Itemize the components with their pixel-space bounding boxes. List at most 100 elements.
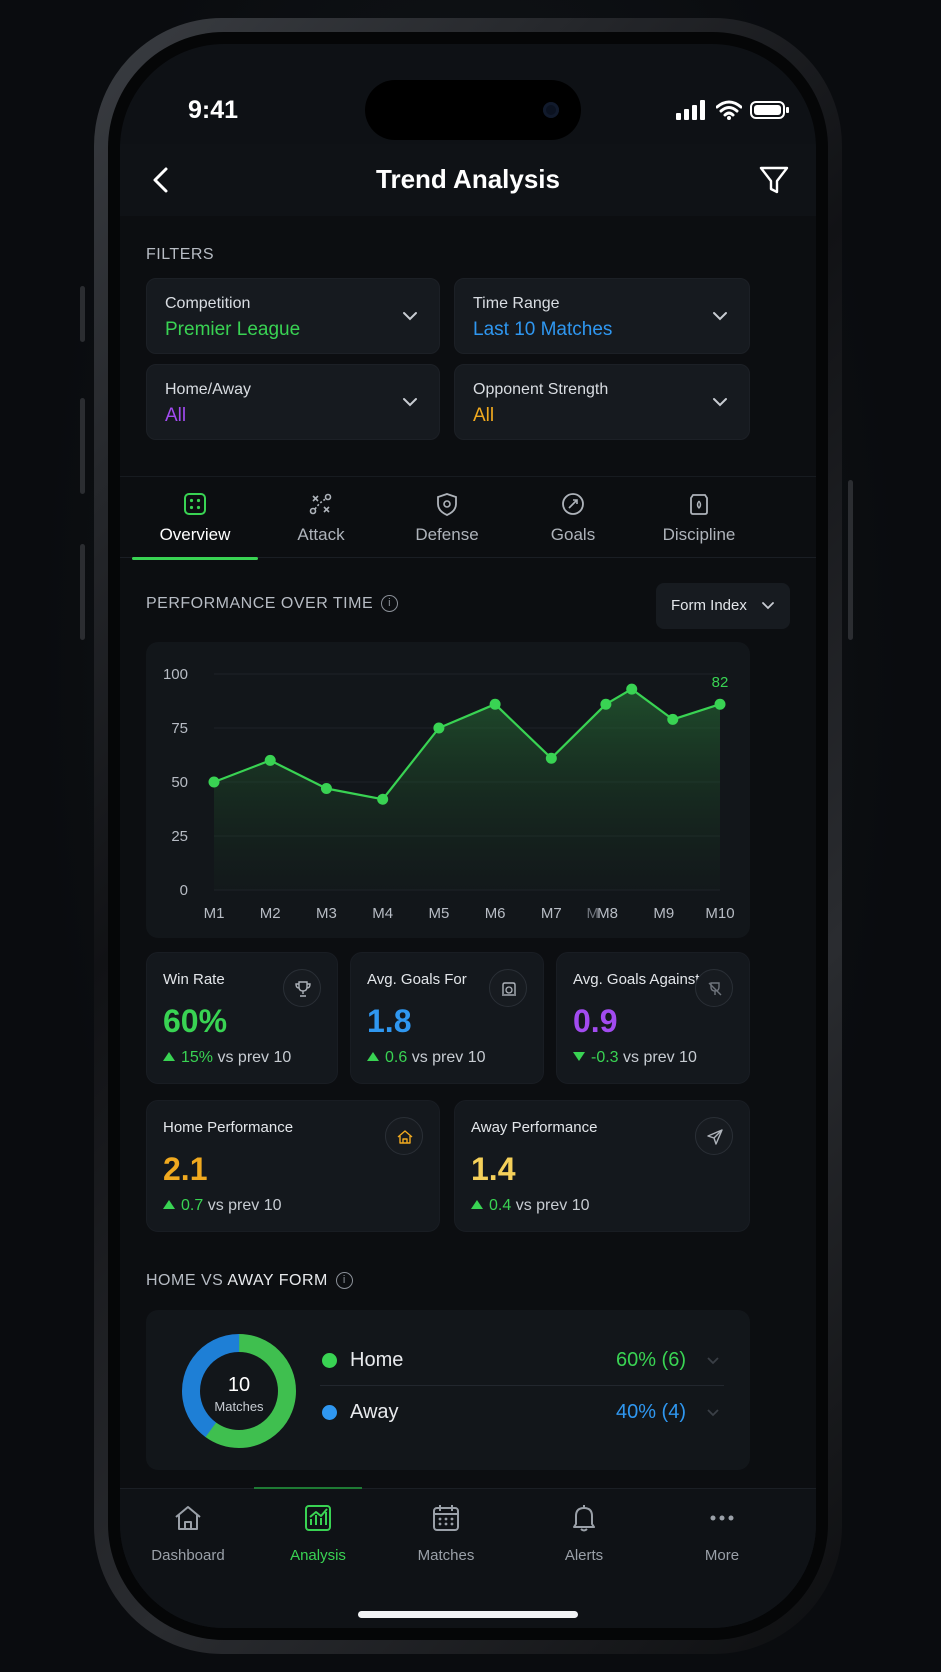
- tab-label: Discipline: [662, 525, 736, 544]
- opponent-strength-select[interactable]: Opponent Strength All: [454, 364, 750, 440]
- stat-card-away-performance[interactable]: Away Performance 1.4 0.4 vs prev 10: [454, 1100, 750, 1232]
- stat-title: Avg. Goals Against: [573, 971, 700, 988]
- nav-label: Matches: [417, 1547, 475, 1564]
- tab-attack[interactable]: Attack: [258, 477, 384, 559]
- nav-more[interactable]: More: [662, 1503, 782, 1573]
- stat-value: 1.8: [367, 1003, 412, 1039]
- info-icon[interactable]: i: [381, 595, 399, 613]
- data-point: [377, 793, 389, 805]
- filter-icon[interactable]: [758, 164, 790, 196]
- performance-chart-card: 100 75 50 25 0 M1 M2 M3 M4 M5 M6 M7 M8 M9 M10 M 82: [146, 642, 750, 938]
- stat-card-win-rate[interactable]: Win Rate 60% 15% vs prev 10: [146, 952, 338, 1084]
- data-point: [545, 752, 557, 764]
- more-icon: [710, 1515, 734, 1521]
- tab-label: Overview: [159, 525, 231, 544]
- delta-value: 0.4: [489, 1197, 512, 1214]
- select-label: Opponent Strength: [473, 381, 609, 398]
- x-tick-label: M3: [316, 905, 337, 922]
- trend-up-icon: [163, 1200, 175, 1209]
- delta-value: -0.3: [591, 1049, 619, 1066]
- performance-label: PERFORMANCE OVER TIME i: [146, 595, 399, 613]
- delta-suffix: vs prev 10: [217, 1049, 292, 1066]
- chevron-down-icon: [403, 312, 417, 321]
- stat-delta: 15% vs prev 10: [163, 1049, 291, 1067]
- end-value-label: 82: [712, 674, 729, 691]
- legend-row-away[interactable]: Away 40% (4): [320, 1388, 724, 1438]
- legend-name: Home: [350, 1349, 404, 1371]
- delta-suffix: vs prev 10: [411, 1049, 486, 1066]
- stat-card-goals-for[interactable]: Avg. Goals For 1.8 0.6 vs prev 10: [350, 952, 544, 1084]
- donut-label: Matches: [214, 1399, 264, 1414]
- ball-icon: [562, 493, 584, 515]
- legend-pct: 60% (6): [615, 1349, 686, 1371]
- data-point: [208, 776, 220, 788]
- time-range-select[interactable]: Time Range Last 10 Matches: [454, 278, 750, 354]
- x-tick-label: M1: [204, 905, 225, 922]
- nav-accent-line: [254, 1487, 362, 1489]
- delta-value: 0.6: [385, 1049, 408, 1066]
- x-tick-label: M5: [428, 905, 449, 922]
- stat-value: 1.4: [471, 1151, 516, 1187]
- tab-goals[interactable]: Goals: [510, 477, 636, 559]
- select-value: All: [165, 405, 187, 426]
- select-value: Premier League: [165, 319, 301, 340]
- data-point: [626, 683, 638, 695]
- away-dot: [322, 1405, 337, 1420]
- stat-delta: 0.7 vs prev 10: [163, 1197, 282, 1215]
- tab-defense[interactable]: Defense: [384, 477, 510, 559]
- select-value: All: [473, 405, 495, 426]
- stat-value: 60%: [163, 1003, 228, 1039]
- y-tick-label: 75: [171, 720, 188, 737]
- competition-select[interactable]: Competition Premier League: [146, 278, 440, 354]
- metric-select[interactable]: Form Index: [656, 583, 790, 629]
- x-tick-label: M7: [541, 905, 562, 922]
- wifi-icon: [716, 100, 742, 120]
- legend-pct: 40% (4): [615, 1401, 686, 1423]
- home-indicator[interactable]: [358, 1611, 578, 1618]
- performance-chart: 100 75 50 25 0 M1 M2 M3 M4 M5 M6 M7 M8 M9 M10 M 82: [163, 666, 735, 922]
- stat-card-goals-against[interactable]: Avg. Goals Against 0.9 -0.3 vs prev 10: [556, 952, 750, 1084]
- plane-icon-badge: [695, 1117, 733, 1155]
- home-icon-badge: [385, 1117, 423, 1155]
- info-icon[interactable]: i: [335, 1272, 353, 1290]
- x-tick-label: M2: [260, 905, 281, 922]
- attack-icon: [309, 493, 332, 515]
- stat-delta: 0.6 vs prev 10: [367, 1049, 486, 1067]
- stat-card-home-performance[interactable]: Home Performance 2.1 0.7 vs prev 10: [146, 1100, 440, 1232]
- trophy-icon: [295, 981, 311, 997]
- donut-count: 10: [228, 1374, 250, 1396]
- goal-icon-badge: [489, 969, 527, 1007]
- stat-delta: -0.3 vs prev 10: [573, 1049, 697, 1067]
- legend-name: Away: [350, 1401, 399, 1423]
- power-button: [848, 480, 853, 640]
- nav-matches[interactable]: Matches: [386, 1503, 506, 1573]
- nav-alerts[interactable]: Alerts: [524, 1503, 644, 1573]
- nav-analysis[interactable]: Analysis: [258, 1503, 378, 1573]
- active-tab-indicator: [132, 557, 258, 560]
- nav-dashboard[interactable]: Dashboard: [128, 1503, 248, 1573]
- trend-up-icon: [471, 1200, 483, 1209]
- select-label: Time Range: [473, 295, 560, 312]
- data-point: [264, 754, 276, 766]
- x-tick-label: M4: [372, 905, 393, 922]
- y-tick-label: 100: [163, 666, 188, 683]
- tab-discipline[interactable]: Discipline: [636, 477, 762, 559]
- legend-row-home[interactable]: Home 60% (6): [320, 1336, 724, 1386]
- select-label: Competition: [165, 295, 251, 312]
- home-icon: [175, 1506, 201, 1530]
- nav-label: Analysis: [290, 1547, 346, 1564]
- x-tick-label: M9: [653, 905, 674, 922]
- tab-overview[interactable]: Overview: [132, 477, 258, 560]
- x-tick-label: M8: [597, 905, 618, 922]
- stat-title: Avg. Goals For: [367, 971, 467, 988]
- data-point: [489, 698, 501, 710]
- stat-delta: 0.4 vs prev 10: [471, 1197, 590, 1215]
- analysis-tabs: Overview Attack Defense Goals Discipline: [120, 476, 816, 560]
- home-icon: [397, 1130, 413, 1144]
- home-away-select[interactable]: Home/Away All: [146, 364, 440, 440]
- x-tick-label: M10: [705, 905, 734, 922]
- dynamic-island: [365, 80, 581, 140]
- delta-suffix: vs prev 10: [515, 1197, 590, 1214]
- chevron-down-icon: [713, 312, 727, 321]
- delta-suffix: vs prev 10: [623, 1049, 697, 1066]
